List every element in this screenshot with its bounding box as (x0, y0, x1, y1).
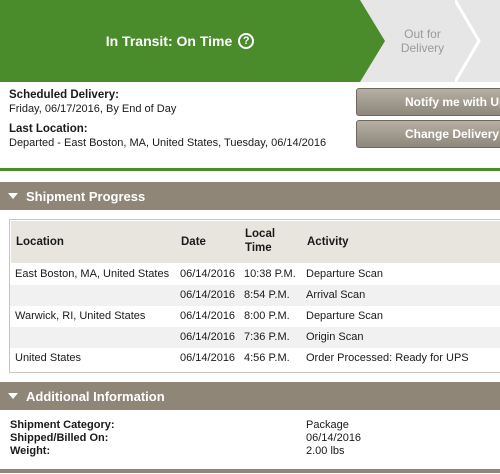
row-activity: Departure Scan (306, 310, 384, 322)
help-icon[interactable]: ? (238, 33, 255, 49)
info-row-weight: Weight: 2.00 lbs (0, 445, 500, 459)
row-location: United States (15, 352, 82, 364)
table-row: East Boston, MA, United States 06/14/201… (10, 264, 500, 285)
scheduled-delivery: Scheduled Delivery: Friday, 06/17/2016, … (9, 88, 176, 116)
column-local-time: Local Time (245, 228, 276, 254)
additional-info-panel: Shipment Category: Package Shipped/Bille… (0, 411, 500, 474)
progress-table: Location Date Local Time Activity East B… (9, 219, 500, 373)
shipment-progress-title: Shipment Progress (26, 188, 146, 204)
row-time: 10:38 P.M. (244, 268, 296, 280)
row-activity: Origin Scan (306, 331, 364, 343)
info-value: 06/14/2016 (306, 432, 362, 444)
info-label: Shipped/Billed On: (10, 432, 109, 444)
collapse-triangle-icon (8, 193, 18, 199)
scheduled-delivery-title: Scheduled Delivery: (9, 89, 119, 101)
info-row-shipment-category: Shipment Category: Package (0, 419, 500, 433)
shipment-progress-panel: Location Date Local Time Activity East B… (0, 210, 500, 373)
table-row: United States 06/14/2016 4:56 P.M. Order… (10, 348, 500, 369)
column-location: Location (16, 236, 64, 248)
notify-updates-button[interactable]: Notify me with Updates (356, 88, 500, 116)
row-date: 06/14/2016 (180, 352, 236, 364)
column-activity: Activity (307, 236, 349, 248)
collapse-triangle-icon (8, 393, 18, 399)
additional-info-header[interactable]: Additional Information (0, 382, 500, 410)
table-row: Warwick, RI, United States 06/14/2016 8:… (10, 306, 500, 327)
progress-table-header: Location Date Local Time Activity (11, 221, 500, 263)
row-location: Warwick, RI, United States (15, 310, 146, 322)
table-row: 06/14/2016 7:36 P.M. Origin Scan (10, 327, 500, 348)
info-value: Package (306, 419, 349, 431)
current-stage-text: In Transit: On Time (105, 33, 233, 49)
additional-info-title: Additional Information (26, 388, 165, 404)
table-row: 06/14/2016 8:54 P.M. Arrival Scan (10, 285, 500, 306)
row-activity: Arrival Scan (306, 289, 366, 301)
row-date: 06/14/2016 (180, 268, 236, 280)
last-location-title: Last Location: (9, 123, 88, 135)
stage-divider-chevron (455, 0, 481, 82)
info-value: 2.00 lbs (306, 445, 345, 457)
scheduled-delivery-value: Friday, 06/17/2016, By End of Day (9, 103, 177, 115)
change-delivery-button[interactable]: Change Delivery (356, 120, 500, 148)
last-location: Last Location: Departed - East Boston, M… (9, 122, 326, 150)
row-date: 06/14/2016 (180, 331, 236, 343)
row-time: 7:36 P.M. (244, 331, 290, 343)
row-time: 8:00 P.M. (244, 310, 290, 322)
row-time: 4:56 P.M. (244, 352, 290, 364)
row-activity: Order Processed: Ready for UPS (306, 352, 469, 364)
stage-in-transit-label: In Transit: On Time ? (0, 0, 360, 82)
row-location: East Boston, MA, United States (15, 268, 170, 280)
row-activity: Departure Scan (306, 268, 384, 280)
info-row-shipped-billed: Shipped/Billed On: 06/14/2016 (0, 432, 500, 446)
shipment-progress-header[interactable]: Shipment Progress (0, 182, 500, 210)
bottom-divider (0, 469, 500, 473)
info-label: Shipment Category: (10, 419, 115, 431)
row-date: 06/14/2016 (180, 310, 236, 322)
info-label: Weight: (10, 445, 51, 457)
delivery-info-panel: Scheduled Delivery: Friday, 06/17/2016, … (0, 82, 500, 171)
row-time: 8:54 P.M. (244, 289, 290, 301)
shipment-status-bar: In Transit: On Time ? Out for Delivery (0, 0, 500, 82)
column-date: Date (181, 236, 206, 248)
last-location-value: Departed - East Boston, MA, United State… (9, 137, 327, 149)
row-date: 06/14/2016 (180, 289, 236, 301)
